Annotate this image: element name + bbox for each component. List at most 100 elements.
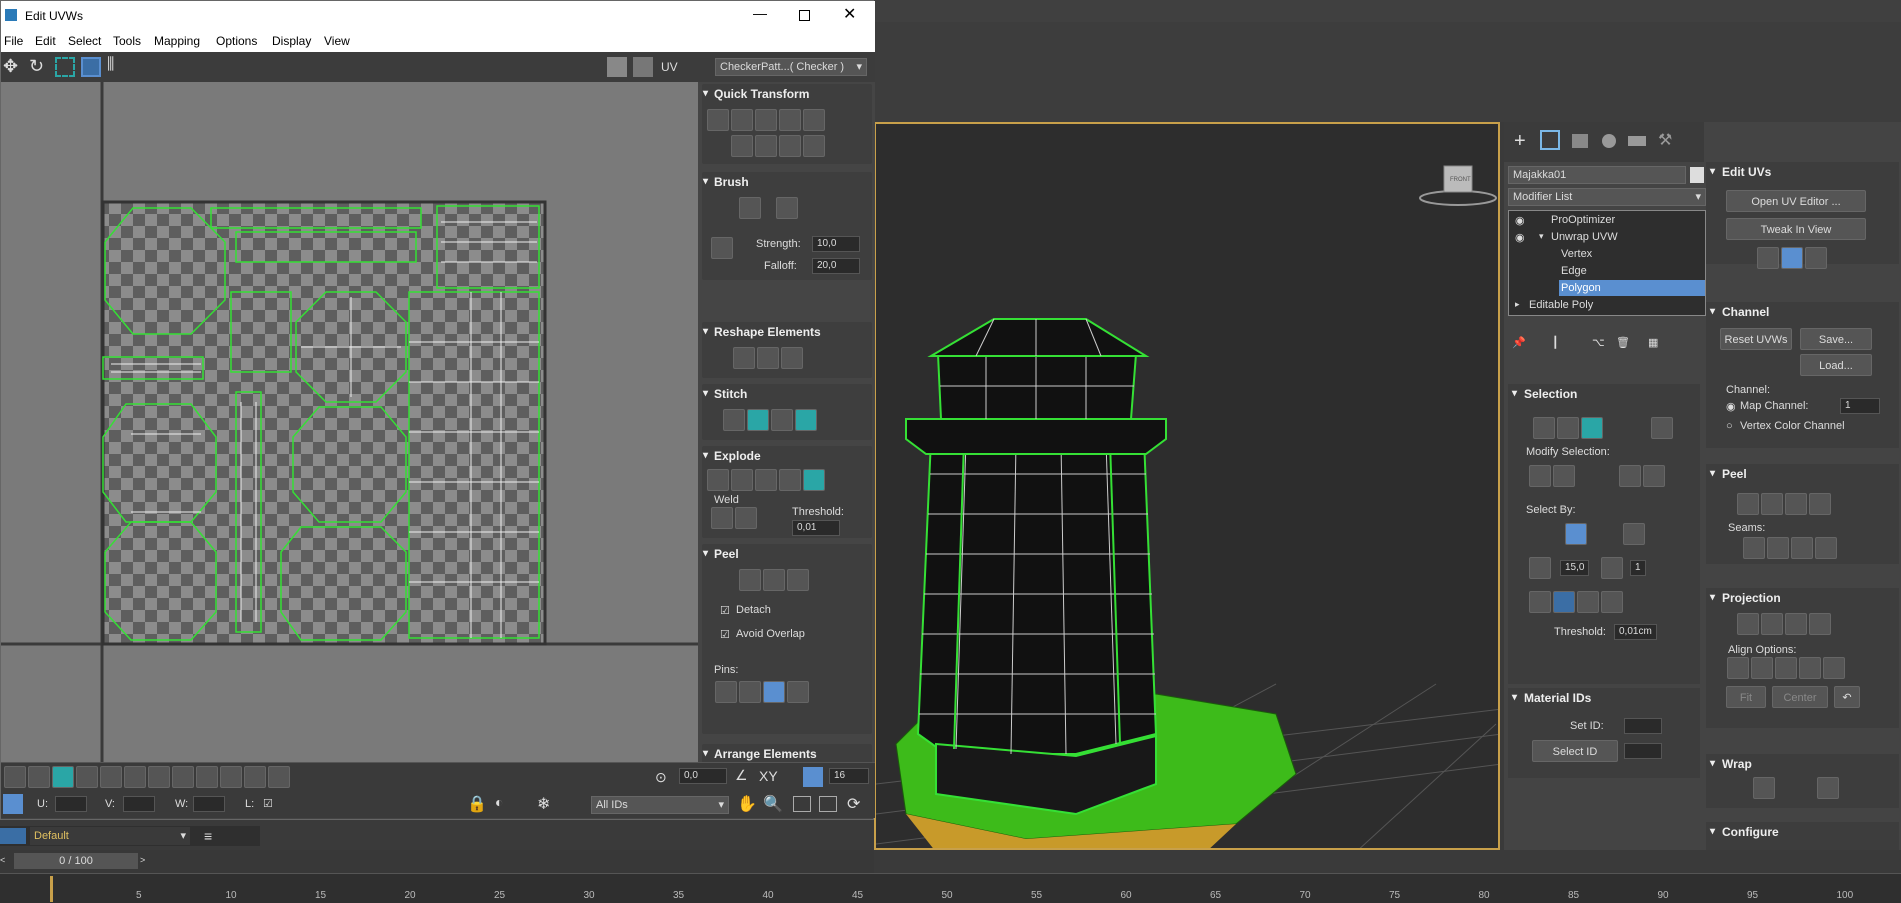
select-id-spinner[interactable]: [1624, 743, 1662, 759]
brush-icons[interactable]: [738, 196, 799, 223]
weld-icons[interactable]: [710, 506, 758, 533]
zoom-region-icon[interactable]: [793, 796, 811, 812]
wrap-spline-icon[interactable]: [1752, 776, 1776, 803]
edit-uvs-title[interactable]: Edit UVs: [1706, 162, 1899, 182]
avoid-overlap-checkbox[interactable]: ☑: [720, 628, 730, 641]
display-tab-icon[interactable]: [1628, 136, 1646, 146]
hide-icon[interactable]: ◐: [495, 794, 503, 810]
ids-dropdown[interactable]: All IDs ▾: [591, 796, 729, 814]
projection-title[interactable]: Projection: [1706, 588, 1899, 608]
modify-tab-icon[interactable]: [1540, 130, 1560, 150]
layer-dropdown[interactable]: Default ▾: [30, 827, 190, 845]
menu-view[interactable]: View: [324, 34, 350, 48]
quick-transform-icons[interactable]: [706, 108, 826, 135]
reset-uvws-button[interactable]: Reset UVWs: [1720, 328, 1792, 350]
prev-frame-icon[interactable]: <: [0, 855, 5, 865]
fit-button[interactable]: Fit: [1726, 686, 1766, 708]
chevron-right-icon[interactable]: ▸: [1515, 299, 1520, 310]
menu-display[interactable]: Display: [272, 34, 311, 48]
pins-icons[interactable]: [714, 680, 810, 707]
quick-transform-title[interactable]: Quick Transform: [702, 84, 872, 104]
stack-item-polygon[interactable]: Polygon: [1561, 282, 1601, 294]
select-id-button[interactable]: Select ID: [1532, 740, 1618, 762]
rotate-view-icon[interactable]: ⟳: [847, 794, 860, 814]
peel-title-uvw[interactable]: Peel: [702, 544, 872, 564]
wrap-title[interactable]: Wrap: [1706, 754, 1899, 774]
vertex-color-radio[interactable]: ○: [1726, 420, 1733, 432]
seam-icons[interactable]: [1742, 536, 1838, 563]
element-select-icon[interactable]: [1650, 416, 1674, 443]
brush-title[interactable]: Brush: [702, 172, 872, 192]
angle-snap-icon[interactable]: ∠: [735, 767, 748, 784]
map-channel-radio[interactable]: ◉: [1726, 400, 1736, 413]
projection-icons[interactable]: [1736, 612, 1832, 639]
grid-spinner[interactable]: 16: [829, 768, 869, 784]
select-by-smoothing-icon[interactable]: [1622, 522, 1646, 549]
move-icon[interactable]: ✥: [3, 56, 18, 77]
peel-title-cp[interactable]: Peel: [1706, 464, 1899, 484]
reset-projection-button[interactable]: ↶: [1834, 686, 1860, 708]
object-color-swatch[interactable]: [1690, 167, 1704, 183]
explode-title[interactable]: Explode: [702, 446, 872, 466]
brush-line-icon[interactable]: [710, 236, 734, 263]
timeline[interactable]: 5 10 15 20 25 30 35 40 45 50 55 60 65 70 75 80 85 90 95 100: [0, 873, 1901, 903]
uv-editor-canvas[interactable]: [1, 82, 698, 762]
xyz-select-icons[interactable]: [1528, 590, 1624, 617]
map-channel-spinner[interactable]: 1: [1840, 398, 1880, 414]
tweak-in-view-button[interactable]: Tweak In View: [1726, 218, 1866, 240]
chevron-down-icon[interactable]: ▾: [1539, 231, 1544, 242]
channel-title[interactable]: Channel: [1706, 302, 1899, 322]
set-id-spinner[interactable]: [1624, 718, 1662, 734]
freeform-icon[interactable]: [81, 57, 101, 77]
minimize-icon[interactable]: —: [753, 5, 767, 21]
selection-mode-icons[interactable]: [3, 765, 291, 792]
close-icon[interactable]: ✕: [843, 4, 856, 24]
grid-snap-icon[interactable]: [803, 767, 823, 787]
scale-icon[interactable]: [55, 57, 75, 77]
tweak-icons[interactable]: [1756, 246, 1828, 273]
selection-rollout-title[interactable]: Selection: [1508, 384, 1700, 404]
vertex-select-icon[interactable]: [1532, 416, 1556, 443]
layer-manager-icon[interactable]: ≡: [204, 828, 212, 844]
stack-item-vertex[interactable]: Vertex: [1561, 248, 1592, 260]
offset-spinner[interactable]: 0,0: [679, 768, 727, 784]
center-button[interactable]: Center: [1772, 686, 1828, 708]
absolute-offset-icon[interactable]: [3, 794, 23, 814]
mirror-icon[interactable]: ⫼: [107, 56, 114, 74]
create-tab-icon[interactable]: +: [1514, 130, 1526, 153]
rotate-icon[interactable]: ↻: [29, 56, 44, 77]
menu-options[interactable]: Options: [216, 34, 257, 48]
peel-icons[interactable]: [1736, 492, 1832, 519]
reshape-title[interactable]: Reshape Elements: [702, 322, 872, 342]
modifier-list-dropdown[interactable]: Modifier List ▾: [1508, 188, 1706, 206]
u-field[interactable]: [55, 796, 87, 812]
show-end-result-icon[interactable]: ┃: [1552, 336, 1559, 349]
remove-modifier-icon[interactable]: 🗑: [1616, 336, 1630, 349]
threshold-spinner[interactable]: 0,01cm: [1614, 624, 1657, 640]
texture-icon[interactable]: [633, 57, 653, 77]
stack-item-edge[interactable]: Edge: [1561, 265, 1587, 277]
configure-title[interactable]: Configure: [1706, 822, 1899, 842]
xy-label[interactable]: XY: [759, 768, 778, 784]
arrange-title[interactable]: Arrange Elements: [702, 744, 872, 762]
count-spinner[interactable]: 1: [1630, 560, 1646, 576]
weld-threshold-spinner[interactable]: 0,01: [792, 520, 840, 536]
utilities-tab-icon[interactable]: ⚒: [1658, 130, 1672, 150]
texture-dropdown[interactable]: CheckerPatt...( Checker ) ▾: [715, 58, 867, 76]
pan-icon[interactable]: ✋: [737, 794, 757, 814]
select-by-count-icon[interactable]: [1600, 556, 1624, 583]
perspective-viewport[interactable]: FRONT: [874, 122, 1500, 850]
wrap-unfold-icon[interactable]: [1816, 776, 1840, 803]
falloff-spinner[interactable]: 20,0: [812, 258, 860, 274]
peel-icons-uvw[interactable]: [738, 568, 810, 595]
quick-transform-icons-2[interactable]: [730, 134, 826, 161]
polygon-select-icon[interactable]: [1580, 416, 1604, 443]
explode-icons[interactable]: [706, 468, 826, 495]
strength-spinner[interactable]: 10,0: [812, 236, 860, 252]
reshape-icons[interactable]: [732, 346, 804, 373]
eye-icon[interactable]: ◉: [1515, 231, 1525, 244]
modifier-stack[interactable]: ◉ ProOptimizer ◉ ▾ Unwrap UVW Vertex Edg…: [1508, 210, 1706, 316]
menu-select[interactable]: Select: [68, 34, 101, 48]
select-by-element-icon[interactable]: [1564, 522, 1588, 549]
hierarchy-tab-icon[interactable]: [1572, 134, 1588, 148]
